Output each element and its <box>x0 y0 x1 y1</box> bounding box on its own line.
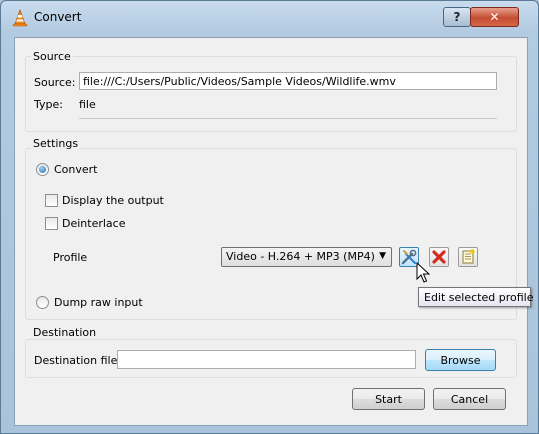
window-title: Convert <box>34 10 82 24</box>
cancel-button[interactable]: Cancel <box>433 388 506 410</box>
delete-profile-button[interactable] <box>429 247 449 267</box>
convert-window: Convert ? ✕ Source Source: file:///C:/Us… <box>0 0 539 434</box>
source-divider <box>79 118 497 119</box>
browse-button[interactable]: Browse <box>425 349 496 371</box>
destination-legend: Destination <box>31 326 99 339</box>
edit-profile-tooltip: Edit selected profile <box>418 287 533 307</box>
deinterlace-checkbox[interactable] <box>45 217 58 230</box>
new-profile-button[interactable] <box>458 247 478 267</box>
destination-file-label: Destination file: <box>34 354 122 367</box>
help-button[interactable]: ? <box>443 7 471 27</box>
type-label: Type: <box>34 98 63 111</box>
source-field[interactable]: file:///C:/Users/Public/Videos/Sample Vi… <box>79 72 497 90</box>
dump-raw-label[interactable]: Dump raw input <box>54 296 143 309</box>
source-group <box>25 56 517 132</box>
settings-legend: Settings <box>31 137 81 150</box>
new-profile-icon <box>462 249 475 264</box>
profile-selected: Video - H.264 + MP3 (MP4) <box>226 250 375 263</box>
start-button[interactable]: Start <box>352 388 425 410</box>
source-legend: Source <box>31 50 73 63</box>
profile-dropdown[interactable]: Video - H.264 + MP3 (MP4) ▼ <box>221 247 392 267</box>
profile-label: Profile <box>53 251 88 264</box>
source-label: Source: <box>34 76 76 89</box>
vlc-cone-icon <box>12 9 28 27</box>
chevron-down-icon: ▼ <box>379 251 386 261</box>
destination-file-input[interactable] <box>117 350 416 369</box>
convert-radio[interactable] <box>36 163 49 176</box>
type-value: file <box>79 98 96 111</box>
delete-icon <box>432 250 446 264</box>
convert-label[interactable]: Convert <box>54 163 98 176</box>
mouse-cursor-icon <box>416 262 430 283</box>
close-button[interactable]: ✕ <box>470 7 519 27</box>
display-output-checkbox[interactable] <box>45 194 58 207</box>
display-output-label[interactable]: Display the output <box>62 194 164 207</box>
deinterlace-label[interactable]: Deinterlace <box>62 217 125 230</box>
dialog-body: Source Source: file:///C:/Users/Public/V… <box>14 37 528 426</box>
dump-raw-radio[interactable] <box>36 296 49 309</box>
